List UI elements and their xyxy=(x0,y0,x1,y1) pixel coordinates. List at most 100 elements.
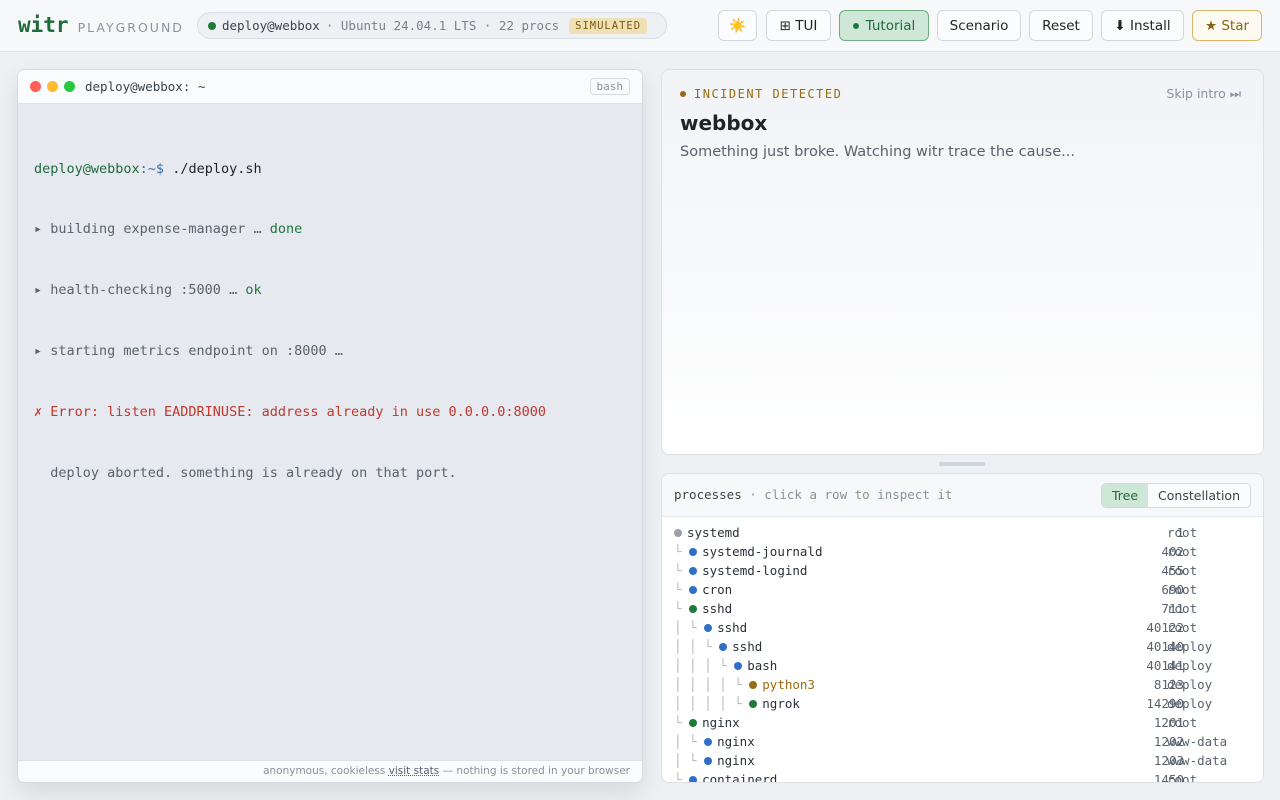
process-row[interactable]: │ │ │ │ └ python3 8123 deploy xyxy=(662,675,1263,694)
minimize-light-icon[interactable] xyxy=(47,81,58,92)
terminal-line: ▸ building expense-manager … done xyxy=(34,219,626,239)
terminal-titlebar: deploy@webbox: ~ bash xyxy=(18,70,642,104)
terminal-prompt-line: deploy@webbox:~$ ./deploy.sh xyxy=(34,159,626,179)
terminal-line-status: done xyxy=(269,221,303,238)
process-status-icon xyxy=(704,756,713,765)
process-row[interactable]: systemd 1 root xyxy=(662,523,1263,542)
process-user: deploy xyxy=(1167,696,1213,711)
footer-text: anonymous, cookieless xyxy=(263,765,389,777)
top-bar: witr PLAYGROUND deploy@webbox · Ubuntu 2… xyxy=(0,0,1280,52)
process-user: root xyxy=(1167,563,1198,578)
scenario-button[interactable]: Scenario xyxy=(937,10,1021,41)
process-user: www-data xyxy=(1167,753,1228,768)
process-panel: processes · click a row to inspect it Tr… xyxy=(661,473,1264,783)
process-row[interactable]: │ │ └ sshd 40140 deploy xyxy=(662,637,1263,656)
terminal-title: deploy@webbox: ~ xyxy=(85,79,206,94)
process-row[interactable]: └ systemd-journald 402 root xyxy=(662,542,1263,561)
process-name: systemd-logind xyxy=(702,563,808,578)
incident-panel: INCIDENT DETECTED Skip intro ⏭ webbox So… xyxy=(661,69,1264,455)
process-title-text: processes xyxy=(674,487,742,502)
theme-toggle-button[interactable]: ☀️ xyxy=(718,10,757,41)
process-status-icon xyxy=(689,718,698,727)
process-user: www-data xyxy=(1167,734,1228,749)
process-status-icon xyxy=(704,623,713,632)
incident-subtitle: Something just broke. Watching witr trac… xyxy=(680,144,1075,160)
host-user: deploy@webbox xyxy=(222,18,320,33)
host-info: · Ubuntu 24.04.1 LTS · 22 procs xyxy=(325,18,560,33)
process-name: nginx xyxy=(717,734,755,749)
prompt-path: :~$ xyxy=(139,160,165,177)
maximize-light-icon[interactable] xyxy=(64,81,75,92)
prompt-command: ./deploy.sh xyxy=(164,160,262,177)
privacy-footer: anonymous, cookieless visit stats — noth… xyxy=(18,760,642,782)
process-status-icon xyxy=(749,680,758,689)
skip-intro-button[interactable]: Skip intro ⏭ xyxy=(1166,86,1241,102)
terminal-error-note: deploy aborted. something is already on … xyxy=(34,465,457,482)
tree-branch: │ │ │ │ └ xyxy=(674,696,750,711)
process-status-icon xyxy=(674,528,682,537)
process-status-icon xyxy=(689,775,698,782)
footer-text-end: — nothing is stored in your browser xyxy=(439,765,630,777)
prompt-user: deploy@webbox xyxy=(34,160,140,177)
process-row[interactable]: └ systemd-logind 455 root xyxy=(662,561,1263,580)
terminal-window[interactable]: deploy@webbox: ~ bash deploy@webbox:~$ .… xyxy=(17,69,643,783)
host-status-pill: deploy@webbox · Ubuntu 24.04.1 LTS · 22 … xyxy=(197,12,667,39)
process-tree: systemd 1 root └ systemd-journald 402 root └ s… xyxy=(662,517,1263,783)
tutorial-button[interactable]: Tutorial xyxy=(839,10,929,41)
terminal-line-text: ▸ starting metrics endpoint on :8000 … xyxy=(34,343,343,360)
panel-resize-handle[interactable] xyxy=(939,462,985,466)
process-name: python3 xyxy=(762,677,815,692)
process-name: containerd xyxy=(702,772,778,783)
process-row[interactable]: └ nginx 1201 root xyxy=(662,713,1263,732)
constellation-view-tab[interactable]: Constellation xyxy=(1148,484,1250,507)
reset-button[interactable]: Reset xyxy=(1029,10,1093,41)
process-name: nginx xyxy=(702,715,740,730)
incident-label: INCIDENT DETECTED xyxy=(680,87,842,101)
brand[interactable]: witr PLAYGROUND xyxy=(18,13,184,37)
process-status-icon xyxy=(749,699,758,708)
process-name: sshd xyxy=(732,639,763,654)
process-name: sshd xyxy=(717,620,748,635)
process-name: systemd-journald xyxy=(702,544,823,559)
process-user: root xyxy=(1167,620,1198,635)
tree-branch: └ xyxy=(674,582,690,597)
star-button[interactable]: ★ Star xyxy=(1192,10,1262,41)
tutorial-label: Tutorial xyxy=(865,17,916,34)
tree-branch: │ │ └ xyxy=(674,639,720,654)
process-row[interactable]: └ containerd 1450 root xyxy=(662,770,1263,783)
process-status-icon xyxy=(689,547,698,556)
process-row[interactable]: │ └ nginx 1203 www-data xyxy=(662,751,1263,770)
simulated-badge: SIMULATED xyxy=(569,17,648,34)
process-user: deploy xyxy=(1167,658,1213,673)
process-row[interactable]: │ └ sshd 40122 root xyxy=(662,618,1263,637)
terminal-output[interactable]: deploy@webbox:~$ ./deploy.sh ▸ building … xyxy=(18,104,642,538)
view-toggle: Tree Constellation xyxy=(1101,483,1251,508)
terminal-line: ▸ starting metrics endpoint on :8000 … xyxy=(34,341,626,361)
visit-stats-link[interactable]: visit stats xyxy=(389,765,440,777)
process-row[interactable]: └ sshd 711 root xyxy=(662,599,1263,618)
process-row[interactable]: │ │ │ │ └ ngrok 14290 deploy xyxy=(662,694,1263,713)
process-name: bash xyxy=(747,658,778,673)
process-panel-title: processes · click a row to inspect it xyxy=(674,487,952,502)
tree-branch: │ └ xyxy=(674,620,705,635)
process-row[interactable]: │ └ nginx 1202 www-data xyxy=(662,732,1263,751)
process-user: root xyxy=(1167,772,1198,783)
process-row[interactable]: └ cron 690 root xyxy=(662,580,1263,599)
tui-button[interactable]: ⊞ TUI xyxy=(766,10,831,41)
tree-branch: │ └ xyxy=(674,753,705,768)
tree-view-tab[interactable]: Tree xyxy=(1102,484,1149,507)
process-row[interactable]: │ │ │ └ bash 40141 deploy xyxy=(662,656,1263,675)
process-user: deploy xyxy=(1167,639,1213,654)
process-name: nginx xyxy=(717,753,755,768)
process-hint: · click a row to inspect it xyxy=(741,487,953,502)
process-name: systemd xyxy=(687,525,740,540)
process-name: ngrok xyxy=(762,696,800,711)
close-light-icon[interactable] xyxy=(30,81,41,92)
process-user: root xyxy=(1167,525,1198,540)
incident-label-text: INCIDENT DETECTED xyxy=(694,87,843,101)
terminal-line-status: ok xyxy=(245,282,262,299)
tree-branch: └ xyxy=(674,544,690,559)
process-status-icon xyxy=(704,737,713,746)
install-button[interactable]: ⬇ Install xyxy=(1101,10,1184,41)
sun-icon: ☀️ xyxy=(729,17,746,34)
